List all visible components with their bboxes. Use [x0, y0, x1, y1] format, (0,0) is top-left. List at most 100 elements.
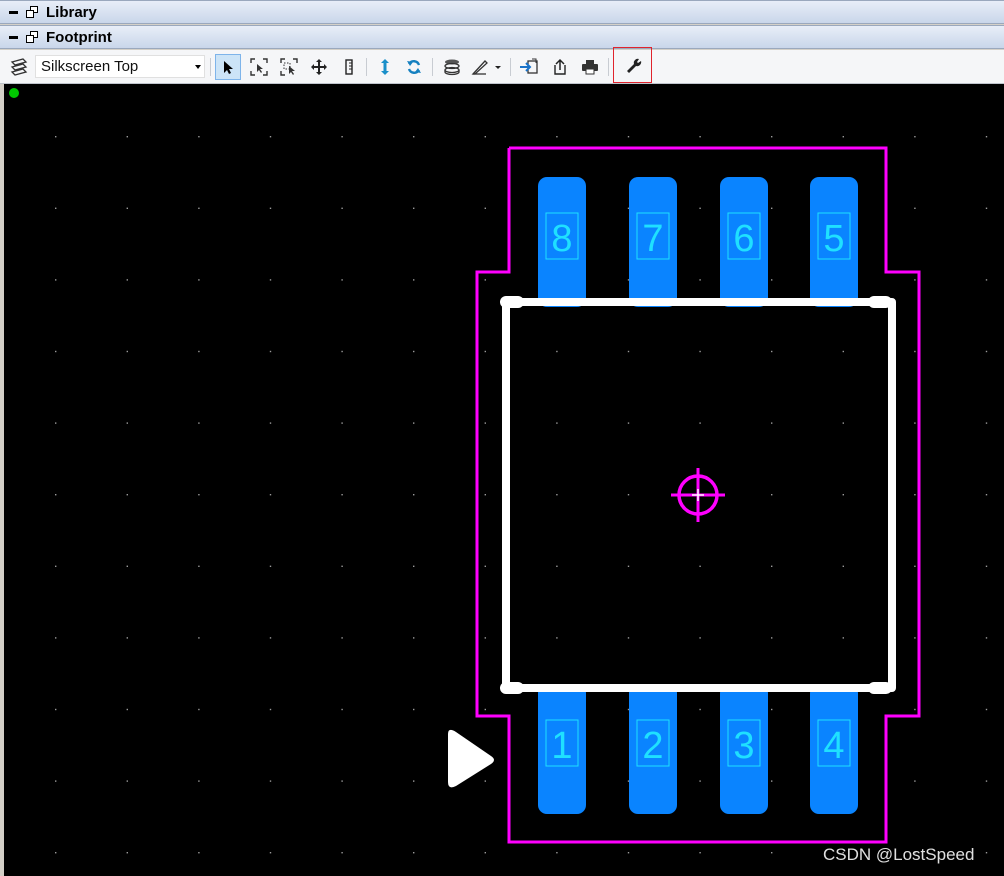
grid-dot: [126, 565, 128, 567]
pcb-editor-canvas[interactable]: 8 7 6 5 1 2 3 4: [4, 84, 1004, 876]
library-panel-title: Library: [46, 3, 97, 21]
grid-dot: [269, 637, 272, 639]
footprint-panel-title: Footprint: [46, 28, 112, 46]
footprint-panel-header[interactable]: Footprint: [0, 25, 1004, 49]
watermark-text: CSDN @LostSpeed: [823, 845, 975, 864]
grid-dot: [126, 422, 128, 424]
grid-dot: [842, 494, 844, 496]
pad-number: 8: [551, 218, 572, 260]
toolbar-separator: [432, 58, 433, 76]
grid-dot: [126, 852, 128, 854]
grid-dot: [341, 637, 343, 639]
collapse-icon[interactable]: [6, 10, 20, 14]
grid-dot: [771, 350, 773, 353]
pad-number: 7: [642, 218, 663, 260]
grid-dot: [341, 852, 343, 854]
grid-dot: [771, 780, 773, 782]
grid-dot: [198, 422, 200, 424]
grid-dot: [842, 637, 844, 639]
grid-dot: [699, 637, 701, 639]
grid-dot: [126, 708, 128, 711]
grid-dot: [55, 350, 57, 353]
grid-dot: [699, 780, 701, 782]
grid-dot: [484, 207, 486, 209]
grid-dot: [269, 565, 272, 567]
grid-dot: [198, 565, 200, 567]
silkscreen-corner: [868, 682, 892, 694]
grid-dot: [985, 207, 988, 209]
pad-number: 1: [551, 725, 572, 767]
grid-dot: [699, 708, 701, 711]
grid-dot: [126, 279, 128, 281]
measure-icon[interactable]: [338, 56, 360, 78]
grid-dot: [198, 852, 200, 854]
restore-window-icon[interactable]: [26, 31, 40, 43]
grid-dot: [55, 279, 57, 281]
grid-dot: [699, 279, 701, 281]
export-icon[interactable]: [549, 56, 571, 78]
grid-dot: [699, 852, 701, 854]
pad-number: 3: [733, 725, 754, 767]
layer-select[interactable]: Silkscreen Top: [35, 55, 205, 78]
grid-dot: [126, 494, 128, 496]
grid-dot: [699, 136, 701, 138]
grid-dot: [484, 852, 486, 854]
flip-icon[interactable]: [374, 56, 396, 78]
grid-dot: [198, 207, 200, 209]
grid-dot: [484, 494, 486, 496]
silkscreen-corner: [500, 682, 524, 694]
pad-number: 2: [642, 725, 663, 767]
grid-dot: [341, 494, 343, 496]
collapse-icon[interactable]: [6, 35, 20, 39]
grid-dot: [55, 207, 57, 209]
grid-dot: [484, 350, 486, 353]
wrench-icon[interactable]: [613, 47, 652, 83]
grid-dot: [627, 136, 630, 138]
layer-stack-icon[interactable]: [441, 56, 463, 78]
grid-dot: [985, 279, 988, 281]
grid-dot: [914, 207, 916, 209]
layers-icon[interactable]: [8, 56, 30, 78]
chevron-down-icon[interactable]: [195, 65, 201, 69]
grid-dot: [413, 350, 415, 353]
grid-dot: [269, 136, 272, 138]
grid-dot: [556, 136, 558, 138]
grid-dot: [341, 708, 343, 711]
grid-dot: [413, 207, 415, 209]
grid-dot: [55, 494, 57, 496]
zoom-fit-icon[interactable]: [248, 56, 270, 78]
toolbar-separator: [510, 58, 511, 76]
grid-dot: [55, 565, 57, 567]
grid-dot: [771, 852, 773, 854]
grid-dot: [985, 136, 988, 138]
silkscreen-corner: [500, 296, 524, 308]
print-icon[interactable]: [579, 56, 601, 78]
footprint-canvas[interactable]: 8 7 6 5 1 2 3 4: [0, 84, 1004, 876]
select-arrow-icon[interactable]: [215, 54, 241, 80]
grid-dot: [269, 780, 272, 782]
grid-dot: [413, 494, 415, 496]
library-panel-header[interactable]: Library: [0, 0, 1004, 24]
grid-dot: [627, 780, 630, 782]
grid-dot: [771, 422, 773, 424]
move-icon[interactable]: [308, 56, 330, 78]
grid-dot: [556, 494, 558, 496]
import-icon[interactable]: [518, 56, 540, 78]
grid-dot: [627, 708, 630, 711]
grid-dot: [699, 350, 701, 353]
grid-dot: [341, 565, 343, 567]
draw-tool-icon[interactable]: [470, 56, 504, 78]
grid-dot: [269, 494, 272, 496]
grid-dot: [771, 565, 773, 567]
grid-dot: [914, 350, 916, 353]
toolbar-separator: [608, 58, 609, 76]
grid-dot: [627, 350, 630, 353]
grid-dot: [413, 136, 415, 138]
zoom-area-icon[interactable]: [278, 56, 300, 78]
grid-dot: [413, 708, 415, 711]
grid-dot: [771, 279, 773, 281]
restore-window-icon[interactable]: [26, 6, 40, 18]
grid-dot: [914, 565, 916, 567]
rotate-icon[interactable]: [403, 56, 425, 78]
grid-dot: [413, 852, 415, 854]
